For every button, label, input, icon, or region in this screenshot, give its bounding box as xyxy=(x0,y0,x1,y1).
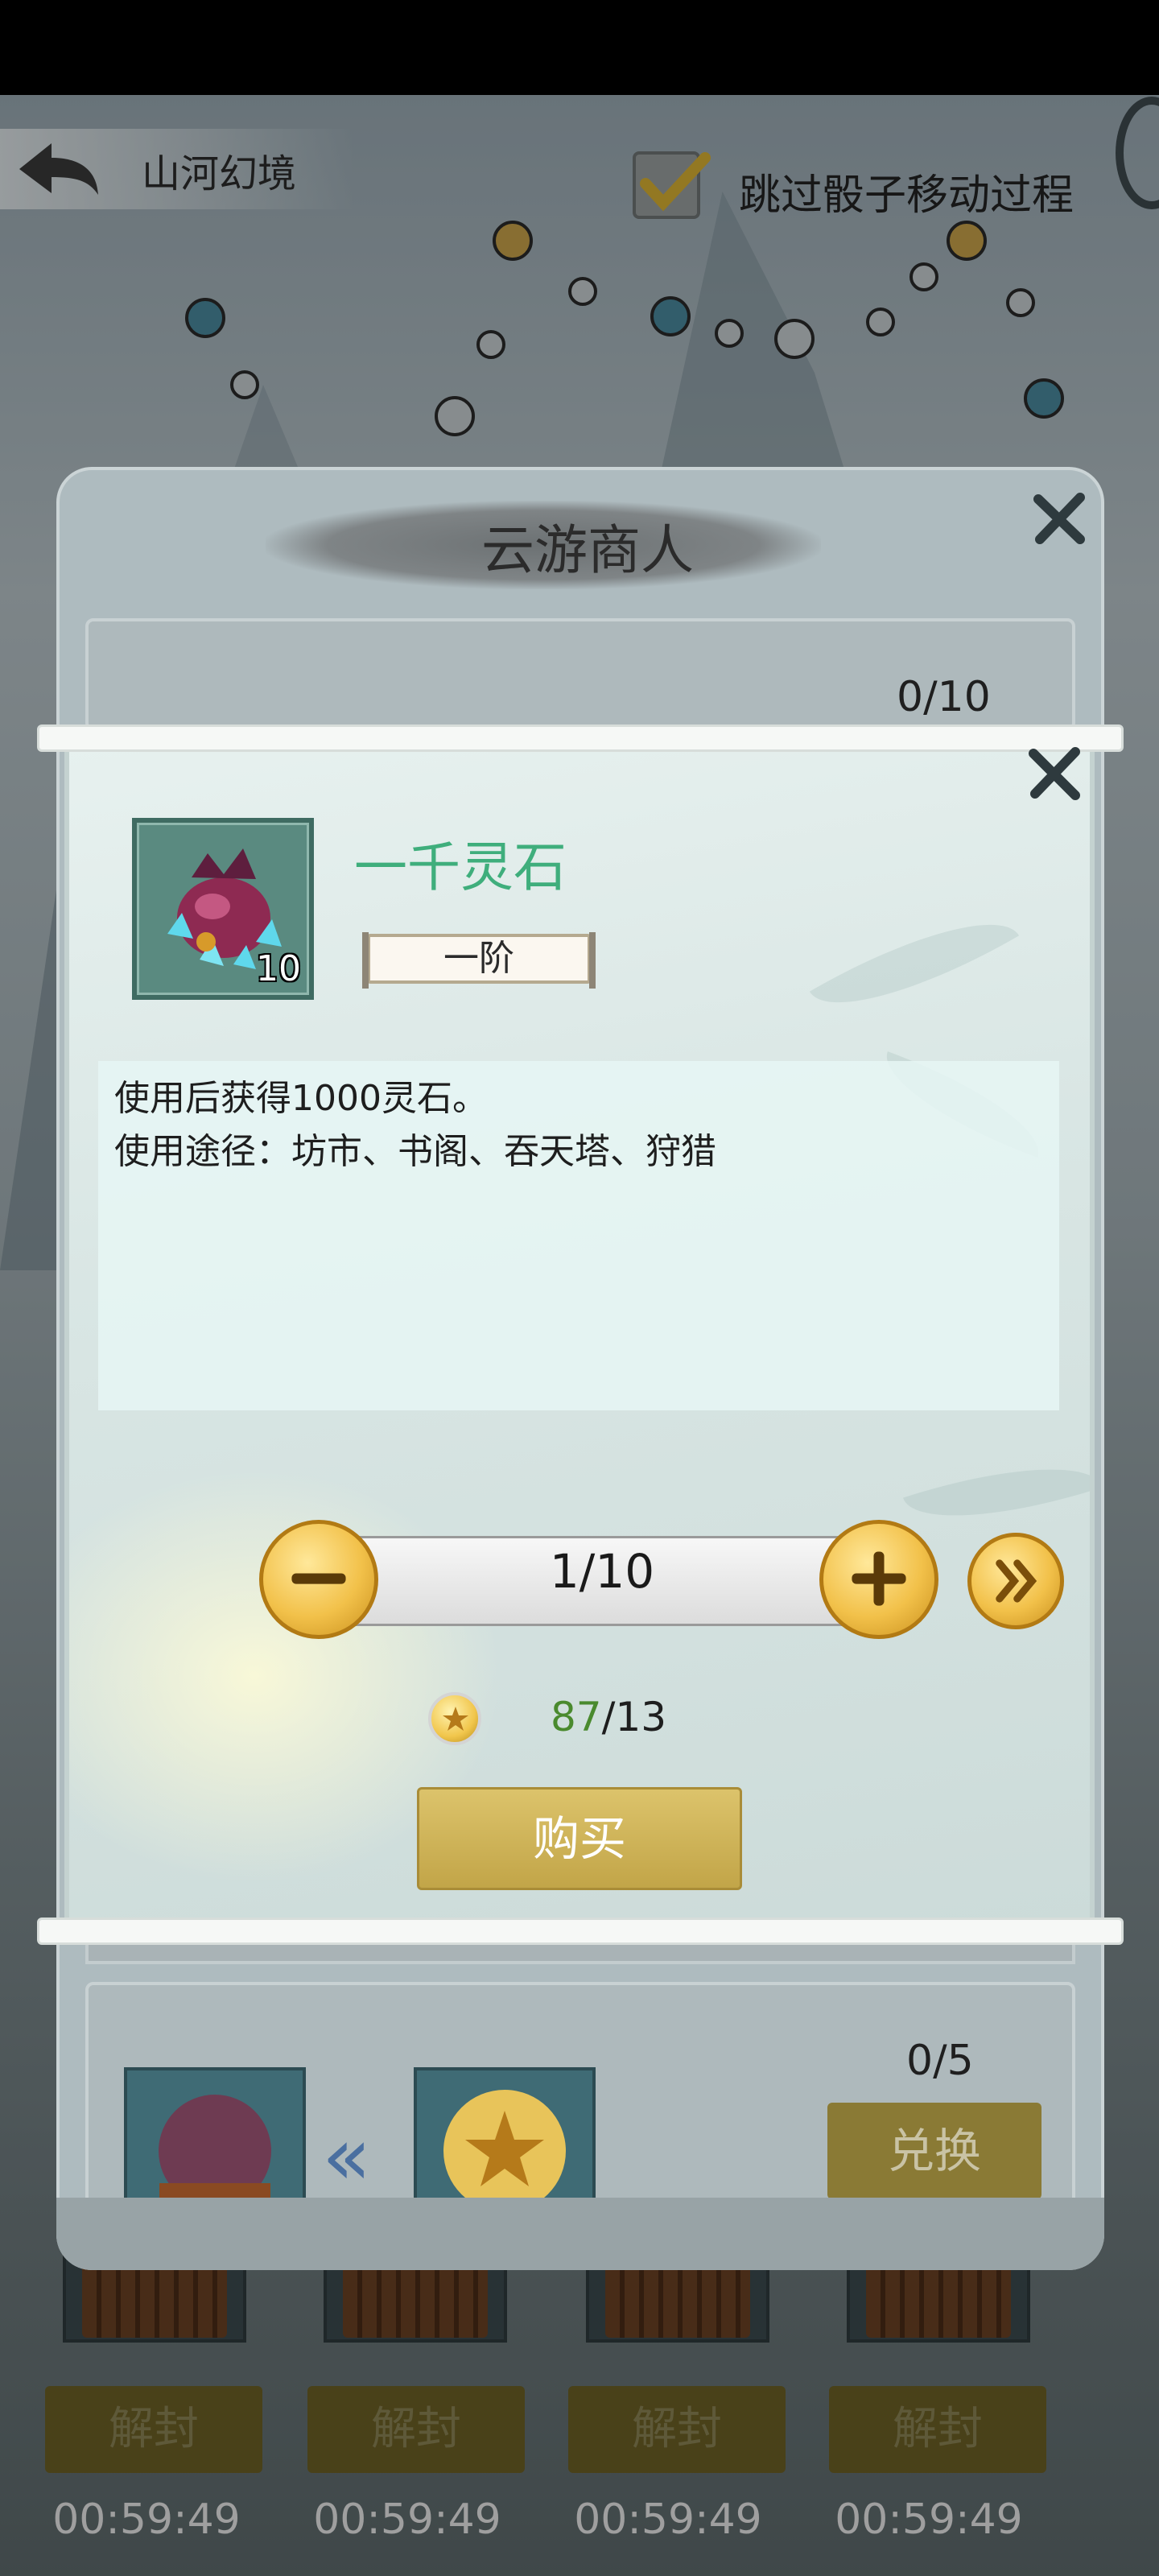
decrease-quantity-button[interactable] xyxy=(259,1520,378,1639)
item-tier-tag: 一阶 xyxy=(362,932,596,989)
increase-quantity-button[interactable] xyxy=(819,1520,938,1639)
item-stack-count: 10 xyxy=(256,948,301,989)
trade-count: 0/10 xyxy=(897,673,991,721)
currency-required: /13 xyxy=(601,1694,667,1740)
bamboo-leaf xyxy=(809,886,1020,1041)
buy-button[interactable]: 购买 xyxy=(417,1787,742,1890)
game-screen: 山河幻境 跳过骰子移动过程 解封 解封 解封 解封 00:59:49 00:59… xyxy=(0,0,1159,2576)
currency-cost: 87/13 xyxy=(551,1694,666,1740)
double-chevron-right-icon xyxy=(996,1559,1037,1603)
star-coin-icon xyxy=(428,1692,481,1745)
merchant-title: 云游商人 xyxy=(481,519,694,581)
double-chevron-left-icon: « xyxy=(322,2109,372,2203)
trade-count: 0/5 xyxy=(906,2037,974,2085)
currency-owned: 87 xyxy=(551,1694,602,1740)
close-icon[interactable] xyxy=(1030,489,1088,547)
item-description: 使用后获得1000灵石。 使用途径：坊市、书阁、吞天塔、狩猎 xyxy=(98,1061,1059,1410)
status-bar xyxy=(0,0,1159,95)
close-icon[interactable] xyxy=(1022,741,1087,805)
description-line: 使用后获得1000灵石。 xyxy=(114,1078,488,1119)
item-name: 一千灵石 xyxy=(354,836,567,898)
description-line: 使用途径：坊市、书阁、吞天塔、狩猎 xyxy=(114,1131,716,1172)
plus-icon xyxy=(852,1551,906,1606)
panel-footer xyxy=(56,2198,1104,2270)
scroll-rod-top xyxy=(37,724,1124,752)
quantity-value: 1/10 xyxy=(549,1544,655,1599)
minus-icon xyxy=(291,1573,346,1584)
scroll-rod-bottom xyxy=(37,1918,1124,1945)
max-quantity-button[interactable] xyxy=(967,1533,1064,1629)
exchange-button[interactable]: 兑换 xyxy=(827,2103,1041,2199)
